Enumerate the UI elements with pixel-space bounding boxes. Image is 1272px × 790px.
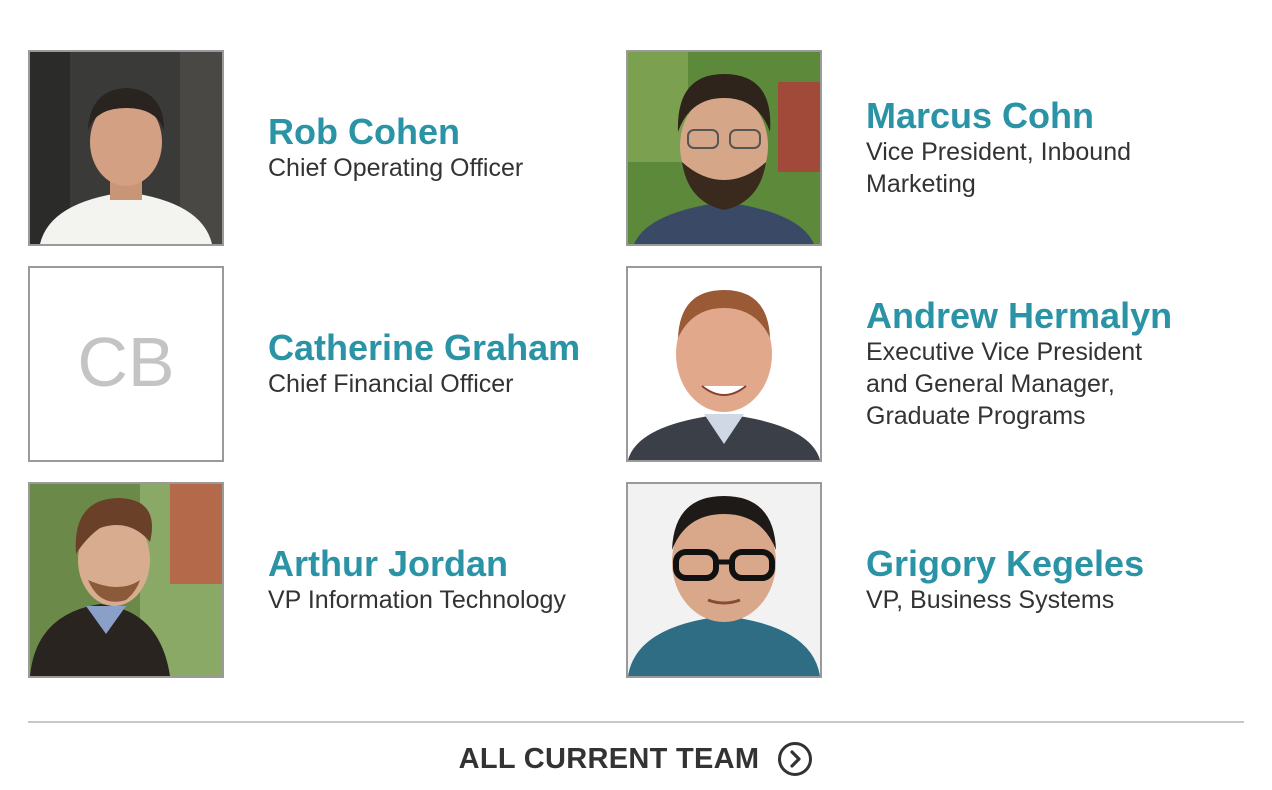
all-current-team-label: ALL CURRENT TEAM — [458, 742, 760, 775]
member-name[interactable]: Andrew Hermalyn — [866, 296, 1206, 336]
profile-photo[interactable] — [28, 50, 224, 246]
team-card-andrew-hermalyn: Andrew Hermalyn Executive Vice President… — [626, 266, 1206, 462]
team-card-rob-cohen: Rob Cohen Chief Operating Officer — [28, 50, 608, 246]
chevron-right-circle-icon[interactable] — [777, 741, 813, 777]
all-current-team-link[interactable]: ALL CURRENT TEAM — [0, 736, 1272, 782]
divider — [28, 721, 1244, 723]
member-info: Marcus Cohn Vice President, Inbound Mark… — [866, 50, 1206, 246]
initials-placeholder-icon: CB — [30, 268, 222, 460]
profile-photo[interactable] — [626, 482, 822, 678]
profile-photo[interactable] — [28, 482, 224, 678]
member-name[interactable]: Rob Cohen — [268, 112, 608, 152]
member-title: Executive Vice President and General Man… — [866, 338, 1143, 430]
member-name[interactable]: Marcus Cohn — [866, 96, 1206, 136]
member-title: Chief Financial Officer — [268, 370, 514, 398]
profile-photo[interactable] — [626, 266, 822, 462]
profile-photo-placeholder[interactable]: CB — [28, 266, 224, 462]
member-name[interactable]: Grigory Kegeles — [866, 544, 1206, 584]
team-card-grigory-kegeles: Grigory Kegeles VP, Business Systems — [626, 482, 1206, 678]
member-name[interactable]: Catherine Graham — [268, 328, 608, 368]
profile-photo[interactable] — [626, 50, 822, 246]
member-title: Chief Operating Officer — [268, 154, 524, 182]
member-title: Vice President, Inbound Marketing — [866, 138, 1132, 198]
member-info: Andrew Hermalyn Executive Vice President… — [866, 266, 1206, 462]
team-card-marcus-cohn: Marcus Cohn Vice President, Inbound Mark… — [626, 50, 1206, 246]
member-info: Catherine Graham Chief Financial Officer — [268, 266, 608, 462]
member-info: Rob Cohen Chief Operating Officer — [268, 50, 608, 246]
team-card-arthur-jordan: Arthur Jordan VP Information Technology — [28, 482, 608, 678]
member-title: VP Information Technology — [268, 586, 566, 614]
team-card-catherine-graham: CB Catherine Graham Chief Financial Offi… — [28, 266, 608, 462]
member-name[interactable]: Arthur Jordan — [268, 544, 608, 584]
member-info: Grigory Kegeles VP, Business Systems — [866, 482, 1206, 678]
initials-text: CB — [77, 323, 174, 401]
member-title: VP, Business Systems — [866, 586, 1115, 614]
member-info: Arthur Jordan VP Information Technology — [268, 482, 608, 678]
